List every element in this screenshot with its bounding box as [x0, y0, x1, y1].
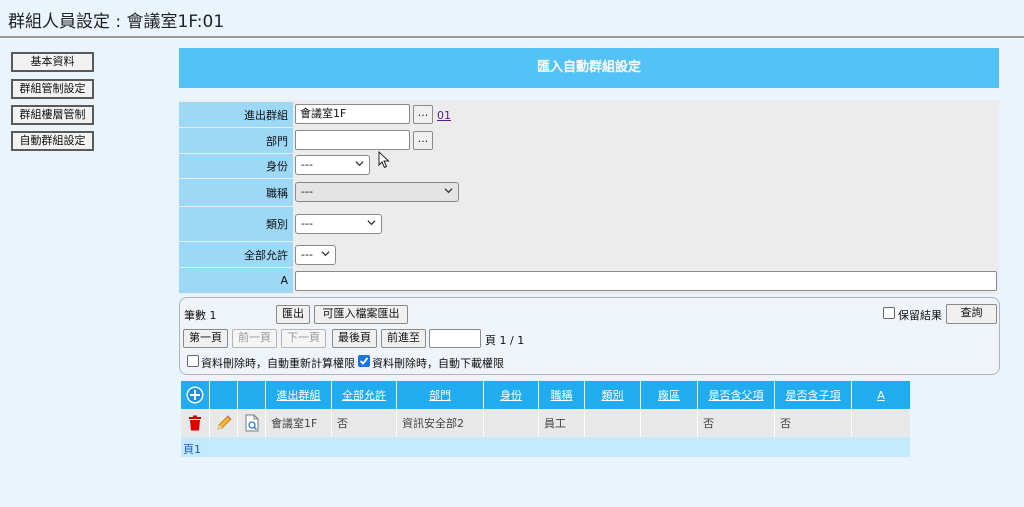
- column-allow-all[interactable]: 全部允許: [332, 381, 397, 409]
- record-count: 筆數 1: [184, 309, 217, 322]
- chevron-down-icon: [367, 218, 376, 227]
- department-label: 部門: [179, 128, 293, 153]
- edit-row-button[interactable]: [210, 409, 238, 437]
- form-row-allow-all: 全部允許 ---: [179, 242, 999, 267]
- category-select[interactable]: ---: [295, 214, 382, 234]
- identity-select-value: ---: [301, 158, 313, 171]
- job-title-select[interactable]: ---: [295, 182, 459, 202]
- category-label: 類別: [179, 207, 293, 241]
- table-row: 會議室1F 否 資訊安全部2 員工 否 否: [181, 409, 910, 437]
- identity-label: 身份: [179, 154, 293, 178]
- sidebar-group-control-button[interactable]: 群組管制設定: [11, 79, 94, 99]
- cell-includes-child: 否: [775, 409, 852, 437]
- department-input[interactable]: [295, 130, 410, 150]
- cell-plant: [641, 409, 698, 437]
- column-department[interactable]: 部門: [397, 381, 484, 409]
- a-label: A: [179, 268, 293, 293]
- query-button[interactable]: 查詢: [946, 304, 997, 324]
- column-includes-parent[interactable]: 是否含父項: [698, 381, 775, 409]
- control-panel: 筆數 1 匯出 可匯入檔案匯出 保留結果 查詢 第一頁 前一頁 下一頁 最後頁 …: [179, 297, 1000, 375]
- form-row-in-out-group: 進出群組 會議室1F ... 01: [179, 102, 999, 127]
- view-row-button[interactable]: [238, 409, 266, 437]
- department-picker-button[interactable]: ...: [413, 131, 433, 150]
- header-edit-col: [210, 381, 238, 409]
- sidebar-basic-info-button[interactable]: 基本資料: [11, 52, 94, 72]
- header-view-col: [238, 381, 266, 409]
- cell-in-out-group: 會議室1F: [266, 409, 332, 437]
- table-footer: 頁1: [181, 437, 910, 457]
- export-button[interactable]: 匯出: [276, 305, 310, 324]
- cell-category: [585, 409, 641, 437]
- form-row-department: 部門 ...: [179, 128, 999, 153]
- cell-department: 資訊安全部2: [397, 409, 484, 437]
- identity-select[interactable]: ---: [295, 155, 370, 175]
- column-in-out-group[interactable]: 進出群組: [266, 381, 332, 409]
- column-plant[interactable]: 廠區: [641, 381, 698, 409]
- first-page-button[interactable]: 第一頁: [183, 329, 228, 348]
- delete-row-button[interactable]: [181, 409, 210, 437]
- column-job-title[interactable]: 職稱: [539, 381, 585, 409]
- cell-includes-parent: 否: [698, 409, 775, 437]
- form-row-category: 類別 ---: [179, 207, 999, 241]
- sidebar-auto-group-button[interactable]: 自動群組設定: [11, 131, 94, 151]
- keep-results-checkbox[interactable]: [883, 307, 895, 319]
- table-header: 進出群組 全部允許 部門 身份 職稱 類別 廠區 是否含父項 是否含子項 A: [181, 381, 910, 409]
- title-divider: [0, 36, 1024, 38]
- allow-all-select[interactable]: ---: [295, 245, 336, 265]
- cell-identity: [484, 409, 539, 437]
- recalc-on-delete-checkbox[interactable]: [187, 355, 199, 367]
- column-includes-child[interactable]: 是否含子項: [775, 381, 852, 409]
- recalc-on-delete-label: 資料刪除時，自動重新計算權限: [201, 357, 355, 370]
- column-identity[interactable]: 身份: [484, 381, 539, 409]
- section-header: 匯入自動群組設定: [179, 48, 999, 88]
- allow-all-label: 全部允許: [179, 242, 293, 267]
- mouse-cursor-icon: [378, 151, 390, 169]
- filter-form: 進出群組 會議室1F ... 01 部門 ... 身份 --- 職稱 --- 類…: [179, 100, 999, 294]
- goto-page-input[interactable]: [429, 329, 481, 348]
- cell-a: [852, 409, 910, 437]
- trash-icon: [189, 415, 201, 431]
- cell-job-title: 員工: [539, 409, 585, 437]
- download-on-delete-label: 資料刪除時，自動下載權限: [372, 357, 504, 370]
- form-row-a: A: [179, 268, 999, 293]
- a-input[interactable]: [295, 271, 997, 291]
- checkmark-icon: [359, 357, 369, 365]
- add-row-button[interactable]: [181, 381, 210, 409]
- goto-page-button[interactable]: 前進至: [381, 329, 426, 348]
- chevron-down-icon: [321, 249, 330, 258]
- export-importable-button[interactable]: 可匯入檔案匯出: [314, 305, 408, 324]
- prev-page-button[interactable]: 前一頁: [232, 329, 277, 348]
- page-title: 群組人員設定 : 會議室1F:01: [8, 12, 225, 32]
- job-title-label: 職稱: [179, 179, 293, 206]
- document-view-icon: [245, 414, 258, 432]
- form-row-identity: 身份 ---: [179, 154, 999, 178]
- in-out-group-link[interactable]: 01: [437, 109, 451, 122]
- next-page-button[interactable]: 下一頁: [281, 329, 326, 348]
- download-on-delete-checkbox[interactable]: [358, 355, 370, 367]
- last-page-button[interactable]: 最後頁: [332, 329, 377, 348]
- allow-all-select-value: ---: [301, 248, 313, 261]
- pencil-icon: [216, 415, 232, 430]
- table-page-link[interactable]: 頁1: [183, 441, 201, 457]
- add-icon: [186, 386, 204, 404]
- column-category[interactable]: 類別: [585, 381, 641, 409]
- job-title-select-value: ---: [301, 185, 313, 198]
- chevron-down-icon: [444, 186, 453, 195]
- in-out-group-picker-button[interactable]: ...: [413, 105, 433, 124]
- form-row-job-title: 職稱 ---: [179, 179, 999, 206]
- chevron-down-icon: [355, 159, 364, 168]
- column-a[interactable]: A: [852, 381, 910, 409]
- keep-results-label: 保留結果: [898, 309, 942, 322]
- sidebar-group-floor-button[interactable]: 群組樓層管制: [11, 105, 94, 125]
- in-out-group-input[interactable]: 會議室1F: [295, 104, 410, 124]
- in-out-group-label: 進出群組: [179, 102, 293, 127]
- cell-allow-all: 否: [332, 409, 397, 437]
- category-select-value: ---: [301, 217, 313, 230]
- page-info: 頁 1 / 1: [485, 334, 525, 347]
